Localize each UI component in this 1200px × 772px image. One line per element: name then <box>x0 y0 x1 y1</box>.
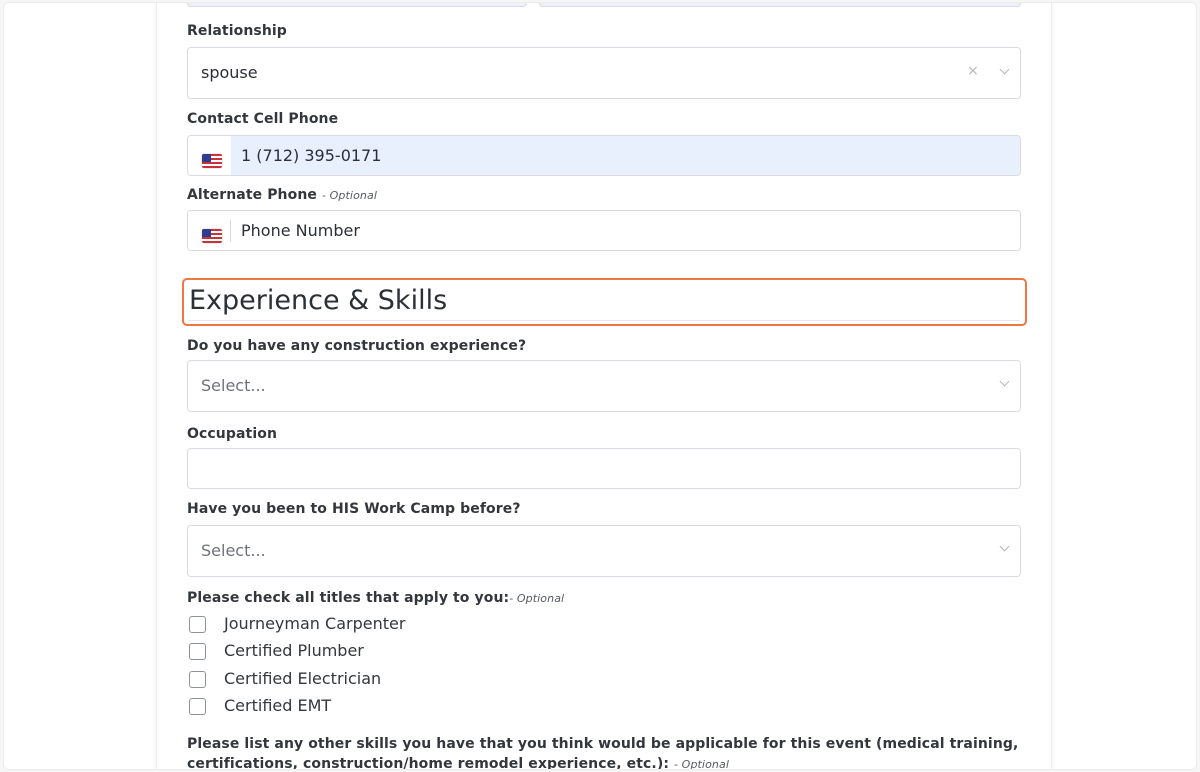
relationship-select-controls: × <box>967 63 1010 80</box>
construction-placeholder: Select... <box>201 376 266 395</box>
cell-phone-value: 1 (712) 395-0171 <box>241 146 382 165</box>
chevron-down-icon[interactable] <box>999 541 1010 552</box>
checkbox-label[interactable]: Journeyman Carpenter <box>224 614 405 633</box>
occupation-label: Occupation <box>187 426 278 442</box>
checkbox-certified-plumber[interactable] <box>189 643 206 660</box>
skills-label-line-1: Please list any other skills you have th… <box>187 736 1019 752</box>
construction-select-controls <box>999 376 1010 392</box>
skills-label-text: certifications, construction/home remode… <box>187 756 670 770</box>
us-flag-icon <box>202 154 222 168</box>
page: Relationship spouse × Contact Cell Phone… <box>3 2 1197 770</box>
checkbox-certified-emt[interactable] <box>189 698 206 715</box>
titles-optional: - Optional <box>509 592 565 605</box>
skills-label-line-2: certifications, construction/home remode… <box>187 756 729 770</box>
checkbox-journeyman-carpenter[interactable] <box>189 616 206 633</box>
previous-field-partial-right[interactable] <box>539 3 1021 7</box>
section-heading-focus-outline: Experience & Skills <box>182 278 1027 326</box>
section-title: Experience & Skills <box>189 285 448 316</box>
alt-phone-field: Phone Number <box>187 210 1021 251</box>
titles-label: Please check all titles that apply to yo… <box>187 590 564 606</box>
us-flag-icon <box>202 229 222 243</box>
country-selector[interactable] <box>188 136 230 175</box>
page-right-gutter <box>1052 3 1196 769</box>
checkbox-certified-electrician[interactable] <box>189 671 206 688</box>
occupation-input[interactable] <box>187 448 1021 489</box>
construction-select[interactable]: Select... <box>187 360 1021 412</box>
checkbox-label[interactable]: Certified Electrician <box>224 669 381 688</box>
relationship-value: spouse <box>201 63 258 82</box>
clear-icon[interactable]: × <box>967 63 979 79</box>
checkbox-label[interactable]: Certified EMT <box>224 696 331 715</box>
construction-label: Do you have any construction experience? <box>187 338 527 354</box>
work-camp-select[interactable]: Select... <box>187 525 1021 577</box>
alt-phone-optional: - Optional <box>322 189 377 202</box>
alt-phone-placeholder: Phone Number <box>241 221 360 240</box>
alt-phone-label: Alternate Phone - Optional <box>187 187 377 203</box>
work-camp-placeholder: Select... <box>201 541 266 560</box>
section-divider <box>189 320 1020 321</box>
alt-phone-input[interactable]: Phone Number <box>231 211 1020 250</box>
chevron-down-icon[interactable] <box>999 376 1010 387</box>
relationship-select[interactable]: spouse × <box>187 47 1021 99</box>
page-left-gutter <box>4 3 156 769</box>
form-card: Relationship spouse × Contact Cell Phone… <box>156 3 1052 770</box>
work-camp-select-controls <box>999 541 1010 557</box>
titles-label-text: Please check all titles that apply to yo… <box>187 590 510 606</box>
cell-phone-field: 1 (712) 395-0171 <box>187 135 1021 176</box>
screen: Relationship spouse × Contact Cell Phone… <box>0 0 1200 772</box>
checkbox-label[interactable]: Certified Plumber <box>224 641 364 660</box>
work-camp-label: Have you been to HIS Work Camp before? <box>187 501 521 517</box>
alt-phone-label-text: Alternate Phone <box>187 187 318 203</box>
chevron-down-icon[interactable] <box>999 64 1010 75</box>
country-selector-alt[interactable] <box>188 211 230 250</box>
relationship-label: Relationship <box>187 23 287 39</box>
previous-field-partial-left[interactable] <box>187 3 527 7</box>
cell-phone-label: Contact Cell Phone <box>187 111 339 127</box>
skills-optional: - Optional <box>674 758 729 770</box>
cell-phone-input[interactable]: 1 (712) 395-0171 <box>231 136 1020 175</box>
